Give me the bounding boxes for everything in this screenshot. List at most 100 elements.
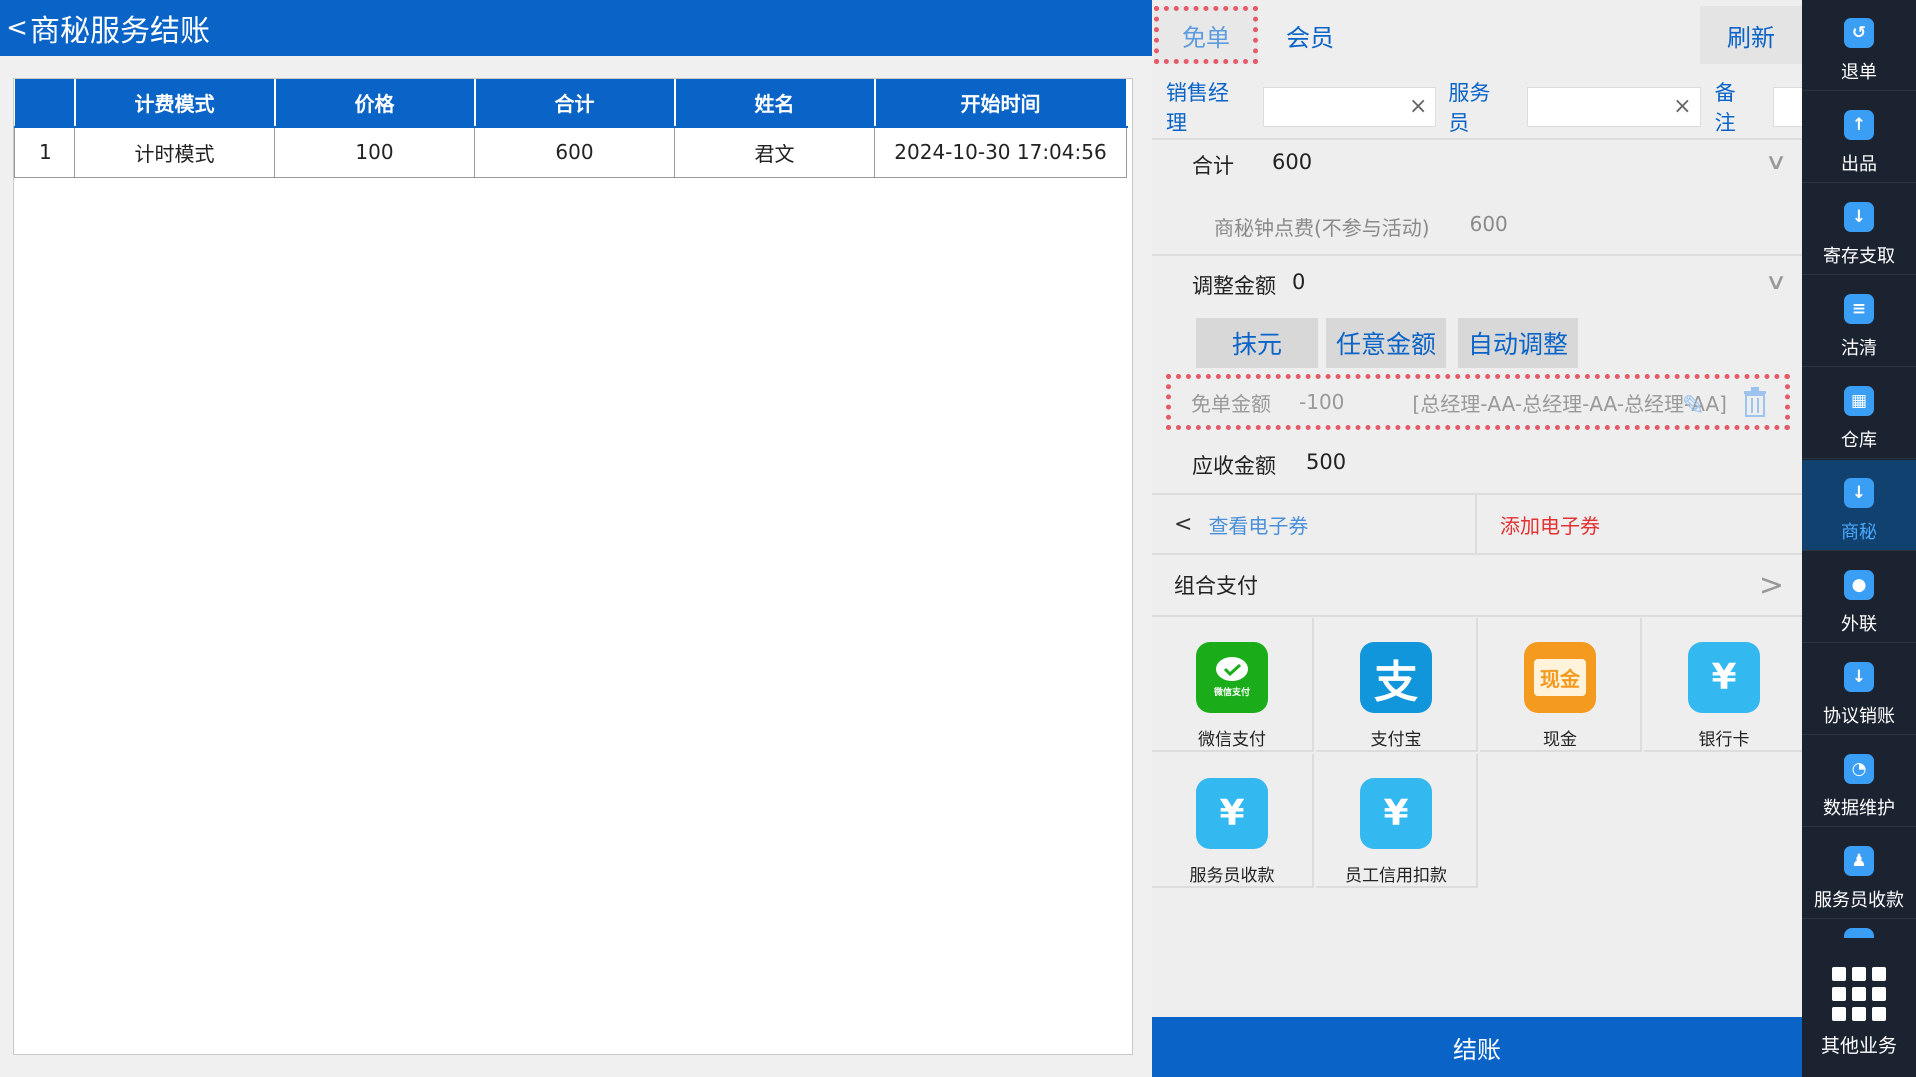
clear-icon[interactable]: × bbox=[1409, 94, 1427, 119]
divider bbox=[1152, 254, 1802, 256]
staff-credit-icon: ¥ bbox=[1360, 778, 1432, 849]
sidebar-item-label: 服务员收款 bbox=[1814, 890, 1904, 911]
fee-value: 600 bbox=[1469, 212, 1508, 236]
combined-payment-label: 组合支付 bbox=[1174, 574, 1258, 598]
sales-manager-field[interactable]: × bbox=[1262, 87, 1437, 127]
outreach-icon: ● bbox=[1844, 570, 1874, 600]
free-amount-detail: [总经理-AA-总经理-AA-总经理-AA] bbox=[1412, 391, 1727, 416]
sidebar-item-serve[interactable]: ↑ 出品 bbox=[1802, 92, 1916, 183]
column-header: 开始时间 bbox=[874, 79, 1128, 128]
payment-label: 现金 bbox=[1543, 730, 1577, 750]
sidebar-item-secretary[interactable]: ↓ 商秘 bbox=[1802, 460, 1916, 551]
adjust-row[interactable]: 调整金额 0 bbox=[1192, 270, 1305, 300]
total-label: 合计 bbox=[1192, 154, 1234, 178]
edit-icon[interactable]: ✎ bbox=[1682, 389, 1705, 422]
tab-free-order[interactable]: 免单 bbox=[1154, 6, 1258, 64]
free-amount-row: 免单金额 -100 [总经理-AA-总经理-AA-总经理-AA] ✎ bbox=[1166, 374, 1790, 430]
sales-manager-label: 销售经理 bbox=[1166, 81, 1229, 135]
title-bar: < 商秘服务结账 bbox=[0, 0, 1152, 56]
payment-alipay[interactable]: 支 支付宝 bbox=[1316, 618, 1478, 752]
sidebar-item-warehouse[interactable]: ▦ 仓库 bbox=[1802, 368, 1916, 459]
remark-field[interactable] bbox=[1773, 87, 1802, 127]
waiter-payment-icon: ¥ bbox=[1196, 778, 1268, 849]
waiter-field[interactable]: × bbox=[1527, 87, 1701, 127]
checkout-panel: 免单 会员 刷新 销售经理 × 服务员 × 备注 合计 600 ∨ 商秘钟点费(… bbox=[1152, 0, 1806, 1077]
sidebar: ↺ 退单 ↑ 出品 ↓ 寄存支取 ≡ 沽清 ▦ 仓库 ↓ 商秘 ● 外联 ↓ 协… bbox=[1802, 0, 1916, 1077]
mode-tabs: 免单 会员 刷新 bbox=[1152, 0, 1802, 70]
page-title: 商秘服务结账 bbox=[30, 14, 210, 49]
hourly-fee-row: 商秘钟点费(不参与活动) 600 bbox=[1214, 212, 1508, 241]
trash-icon[interactable] bbox=[1743, 387, 1767, 417]
payment-staff-credit[interactable]: ¥ 员工信用扣款 bbox=[1316, 754, 1478, 888]
chevron-down-icon[interactable]: ∨ bbox=[1765, 270, 1788, 295]
table-row[interactable]: 1 计时模式 100 600 君文 2024-10-30 17:04:56 bbox=[14, 126, 1127, 178]
alipay-icon: 支 bbox=[1360, 642, 1432, 713]
secretary-icon: ↓ bbox=[1844, 478, 1874, 508]
sidebar-item-label: 退单 bbox=[1841, 62, 1877, 83]
any-amount-button[interactable]: 任意金额 bbox=[1326, 318, 1446, 368]
coupon-row: < 查看电子券 添加电子券 bbox=[1152, 493, 1802, 555]
combined-payment-row[interactable]: 组合支付 > bbox=[1152, 555, 1802, 617]
payment-cash[interactable]: 现金 现金 bbox=[1480, 618, 1642, 752]
payment-bank-card[interactable]: ¥ 银行卡 bbox=[1644, 618, 1806, 752]
view-coupons-button[interactable]: < 查看电子券 bbox=[1152, 495, 1477, 553]
bank-card-icon: ¥ bbox=[1688, 642, 1760, 713]
add-coupon-button[interactable]: 添加电子券 bbox=[1500, 495, 1600, 553]
auto-adjust-button[interactable]: 自动调整 bbox=[1458, 318, 1578, 368]
sidebar-item-data[interactable]: ◔ 数据维护 bbox=[1802, 736, 1916, 827]
total-value: 600 bbox=[1272, 150, 1313, 174]
sidebar-item-soldout[interactable]: ≡ 沽清 bbox=[1802, 276, 1916, 367]
clear-icon[interactable]: × bbox=[1673, 94, 1691, 119]
column-header: 姓名 bbox=[674, 79, 876, 128]
payment-wechat[interactable]: 微信支付 微信支付 bbox=[1152, 618, 1314, 752]
order-detail-panel: < 商秘服务结账 计费模式 价格 合计 姓名 开始时间 1 计时模式 100 6… bbox=[0, 0, 1152, 1077]
table-cell: 100 bbox=[274, 126, 475, 178]
grid-icon bbox=[1832, 967, 1886, 1021]
chevron-down-icon[interactable]: ∨ bbox=[1765, 150, 1788, 175]
sidebar-item-refund[interactable]: ↺ 退单 bbox=[1802, 0, 1916, 91]
other-business-button[interactable]: 其他业务 bbox=[1802, 955, 1916, 1077]
sidebar-item-label: 协议销账 bbox=[1823, 706, 1895, 727]
chevron-right-icon: > bbox=[1758, 567, 1784, 603]
round-off-button[interactable]: 抹元 bbox=[1196, 318, 1318, 368]
payment-waiter[interactable]: ¥ 服务员收款 bbox=[1152, 754, 1314, 888]
receivable-label: 应收金额 bbox=[1192, 454, 1276, 478]
sidebar-item-label: 仓库 bbox=[1841, 430, 1877, 451]
staff-row: 销售经理 × 服务员 × 备注 bbox=[1152, 81, 1802, 135]
sidebar-item-waiter-collect[interactable]: ♟ 服务员收款 bbox=[1802, 828, 1916, 919]
checkout-button[interactable]: 结账 bbox=[1152, 1017, 1802, 1077]
service-table: 计费模式 价格 合计 姓名 开始时间 1 计时模式 100 600 君文 202… bbox=[14, 79, 1128, 178]
data-icon: ◔ bbox=[1844, 754, 1874, 784]
sidebar-item-label: 出品 bbox=[1841, 154, 1877, 175]
total-row[interactable]: 合计 600 bbox=[1192, 150, 1312, 180]
table-cell: 计时模式 bbox=[74, 126, 275, 178]
service-table-container[interactable]: 计费模式 价格 合计 姓名 开始时间 1 计时模式 100 600 君文 202… bbox=[13, 78, 1133, 1055]
scroll-more-icon bbox=[1844, 928, 1874, 938]
sidebar-item-outreach[interactable]: ● 外联 bbox=[1802, 552, 1916, 643]
refresh-button[interactable]: 刷新 bbox=[1700, 6, 1802, 64]
refund-icon: ↺ bbox=[1844, 18, 1874, 48]
payment-label: 微信支付 bbox=[1198, 730, 1266, 750]
remark-label: 备注 bbox=[1714, 81, 1736, 135]
cash-icon: 现金 bbox=[1524, 642, 1596, 713]
payment-label: 银行卡 bbox=[1698, 730, 1750, 750]
receivable-row: 应收金额 500 bbox=[1192, 450, 1346, 480]
waiter-collect-icon: ♟ bbox=[1844, 846, 1874, 876]
column-header bbox=[14, 79, 76, 128]
fee-label: 商秘钟点费(不参与活动) bbox=[1214, 216, 1430, 240]
warehouse-icon: ▦ bbox=[1844, 386, 1874, 416]
waiter-label: 服务员 bbox=[1448, 81, 1491, 135]
free-amount-label: 免单金额 bbox=[1191, 391, 1271, 416]
sidebar-item-label: 寄存支取 bbox=[1823, 246, 1895, 267]
back-arrow-icon[interactable]: < bbox=[0, 13, 28, 43]
sidebar-item-storage[interactable]: ↓ 寄存支取 bbox=[1802, 184, 1916, 275]
receivable-value: 500 bbox=[1306, 450, 1347, 474]
table-cell: 1 bbox=[14, 126, 75, 178]
wechat-pay-icon: 微信支付 bbox=[1196, 642, 1268, 713]
sidebar-item-label: 沽清 bbox=[1841, 338, 1877, 359]
serve-icon: ↑ bbox=[1844, 110, 1874, 140]
tab-member[interactable]: 会员 bbox=[1258, 6, 1362, 64]
sidebar-item-agreement[interactable]: ↓ 协议销账 bbox=[1802, 644, 1916, 735]
free-amount-value: -100 bbox=[1299, 390, 1345, 414]
divider bbox=[1152, 138, 1802, 140]
